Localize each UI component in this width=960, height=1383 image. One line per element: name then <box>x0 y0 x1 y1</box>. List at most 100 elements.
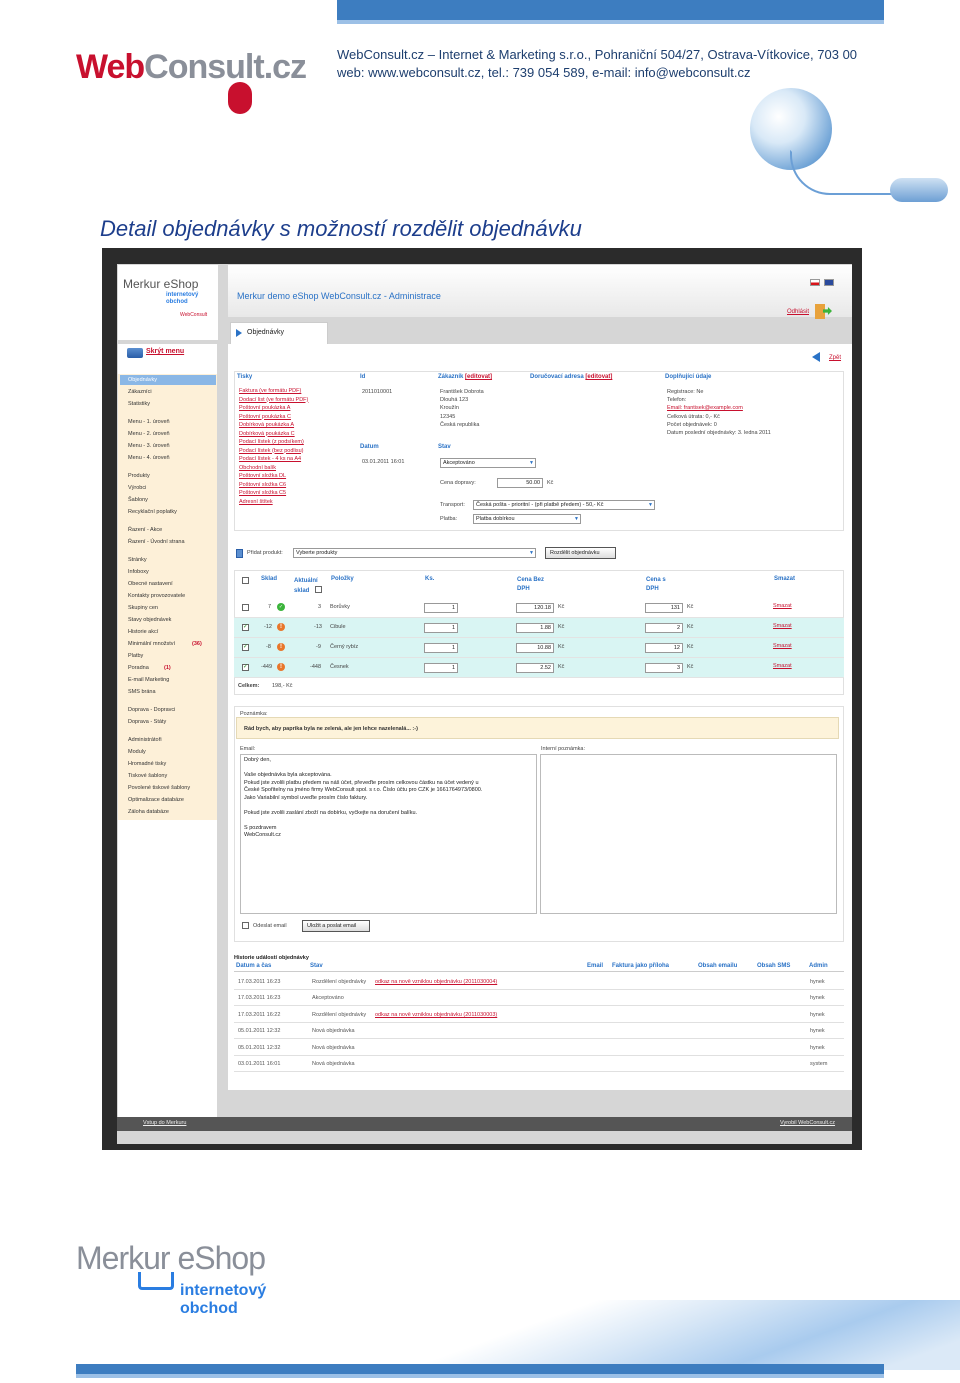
print-link[interactable]: Adresní štítek <box>239 499 273 505</box>
print-link[interactable]: Poštovní poukázka A <box>239 405 290 411</box>
internal-note-textarea[interactable] <box>540 754 837 914</box>
print-link[interactable]: Obchodní balík <box>239 465 276 471</box>
history-row: 03.01.2011 16:01 Nová objednávka system <box>234 1056 844 1072</box>
sidebar-item-razeni-akce[interactable]: Řazení - Akce <box>128 527 162 533</box>
footer-enter-link[interactable]: Vstup do Merkuru <box>143 1120 186 1126</box>
hist-link[interactable]: odkaz na nově vzniklou objednávku (20110… <box>375 1012 497 1018</box>
row-price-s-input[interactable]: 2 <box>645 623 683 633</box>
edit-address-link[interactable]: [editovat] <box>585 374 612 380</box>
sidebar-item-zakaznici[interactable]: Zákazníci <box>128 389 152 395</box>
add-product-select[interactable]: Vyberte produkty <box>293 548 536 558</box>
delete-link[interactable]: Smazat <box>773 663 792 669</box>
payment-select[interactable]: Platba dobírkou <box>473 514 581 524</box>
sidebar-item-povolene[interactable]: Povolené tiskové šablony <box>128 785 190 791</box>
sidebar-item-hromadne[interactable]: Hromadné tisky <box>128 761 166 767</box>
print-link[interactable]: Podací lístek (bez podlisu) <box>239 448 304 454</box>
sidebar-item-objednavky[interactable]: Objednávky <box>128 377 157 383</box>
sidebar-item-razeni-uvodni[interactable]: Řazení - Úvodní strana <box>128 539 185 545</box>
status-select[interactable]: Akceptováno <box>440 458 536 468</box>
sidebar-item-obecne[interactable]: Obecné nastavení <box>128 581 173 587</box>
sidebar-item-doprava-dopravci[interactable]: Doprava - Dopravci <box>128 707 175 713</box>
sidebar-item-zaloha[interactable]: Záloha databáze <box>128 809 169 815</box>
row-checkbox[interactable]: ✓ <box>242 624 249 631</box>
footer-made-by-link[interactable]: Vyrobil WebConsult.cz <box>780 1120 835 1126</box>
language-flags[interactable] <box>810 279 834 288</box>
delete-link[interactable]: Smazat <box>773 603 792 609</box>
sidebar-item-sms[interactable]: SMS brána <box>128 689 156 695</box>
split-order-button[interactable]: Rozdělit objednávku <box>545 547 616 559</box>
sidebar-item-email-marketing[interactable]: E-mail Marketing <box>128 677 169 683</box>
sidebar-item-stranky[interactable]: Stránky <box>128 557 147 563</box>
print-link[interactable]: Dodací list (ve formátu PDF) <box>239 397 308 403</box>
sidebar-item-moduly[interactable]: Moduly <box>128 749 146 755</box>
sidebar-item-menu4[interactable]: Menu - 4. úroveň <box>128 455 170 461</box>
logout-link[interactable]: Odhlásit <box>787 309 809 315</box>
sidebar-item-platby[interactable]: Platby <box>128 653 143 659</box>
delete-link[interactable]: Smazat <box>773 643 792 649</box>
row-qty-input[interactable]: 1 <box>424 643 458 653</box>
hist-link[interactable]: odkaz na nově vzniklou objednávku (20110… <box>375 979 497 985</box>
sidebar-item-tiskove[interactable]: Tiskové šablony <box>128 773 167 779</box>
print-link[interactable]: Poštovní složka C5 <box>239 490 286 496</box>
row-checkbox[interactable] <box>242 604 249 611</box>
sidebar-item-sablony[interactable]: Šablony <box>128 497 148 503</box>
send-email-checkbox[interactable] <box>242 922 249 929</box>
print-link[interactable]: Poštovní poukázka C <box>239 414 291 420</box>
save-send-button[interactable]: Uložit a poslat email <box>302 920 370 932</box>
row-price-s-input[interactable]: 3 <box>645 663 683 673</box>
back-link[interactable]: Zpět <box>829 355 841 361</box>
flag-cz-icon[interactable] <box>810 279 820 286</box>
sidebar-item-vyrobci[interactable]: Výrobci <box>128 485 146 491</box>
row-price-bez-input[interactable]: 10.88 <box>516 643 554 653</box>
print-link[interactable]: Podací lístek (z podsíkem) <box>239 439 304 445</box>
computer-mouse-icon <box>890 178 948 202</box>
sidebar-item-historie[interactable]: Historie akcí <box>128 629 158 635</box>
sidebar-item-doprava-staty[interactable]: Doprava - Státy <box>128 719 166 725</box>
sidebar-item-skupiny-cen[interactable]: Skupiny cen <box>128 605 158 611</box>
sidebar-item-optimalizace[interactable]: Optimalizace databáze <box>128 797 184 803</box>
extra-email[interactable]: Email: frantisek@example.com <box>667 405 743 411</box>
back-arrow-icon[interactable] <box>812 352 820 362</box>
row-price-bez-input[interactable]: 120.18 <box>516 603 554 613</box>
row-price-s-input[interactable]: 131 <box>645 603 683 613</box>
hide-menu-link[interactable]: Skrýt menu <box>126 348 184 355</box>
flag-en-icon[interactable] <box>823 279 834 286</box>
tab-objednavky[interactable]: Objednávky <box>230 322 328 344</box>
select-all-checkbox[interactable] <box>242 577 249 584</box>
row-price-bez-input[interactable]: 2.52 <box>516 663 554 673</box>
sidebar-item-infoboxy[interactable]: Infoboxy <box>128 569 149 575</box>
print-link[interactable]: Dobírková poukázka C <box>239 431 295 437</box>
transport-select[interactable]: Česká pošta - prioritní - (při platbě př… <box>473 500 655 510</box>
row-price-bez-input[interactable]: 1.88 <box>516 623 554 633</box>
sidebar-item-produkty[interactable]: Produkty <box>128 473 150 479</box>
row-checkbox[interactable]: ✓ <box>242 664 249 671</box>
hist-admin: hynek <box>810 1012 825 1018</box>
row-qty-input[interactable]: 1 <box>424 623 458 633</box>
sidebar-item-kontakty[interactable]: Kontakty provozovatele <box>128 593 185 599</box>
poradna-badge: (1) <box>164 665 171 671</box>
email-line: Pokud jste zvolili platbu předem na náš … <box>244 779 479 786</box>
sidebar-item-minimalni[interactable]: Minimální množství <box>128 641 175 647</box>
email-textarea[interactable]: Dobrý den, Vaše objednávka byla akceptov… <box>240 754 537 914</box>
sidebar-item-recyklacni[interactable]: Recyklační poplatky <box>128 509 177 515</box>
sidebar-item-menu1[interactable]: Menu - 1. úroveň <box>128 419 170 425</box>
sidebar-item-administratori[interactable]: Administrátoři <box>128 737 162 743</box>
print-link[interactable]: Poštovní složka C6 <box>239 482 286 488</box>
sidebar-item-stavy[interactable]: Stavy objednávek <box>128 617 171 623</box>
row-qty-input[interactable]: 1 <box>424 603 458 613</box>
print-link[interactable]: Dobírková poukázka A <box>239 422 294 428</box>
stock-checkbox[interactable] <box>315 586 322 593</box>
sidebar-item-menu3[interactable]: Menu - 3. úroveň <box>128 443 170 449</box>
print-link[interactable]: Poštovní složka DL <box>239 473 286 479</box>
sidebar-item-menu2[interactable]: Menu - 2. úroveň <box>128 431 170 437</box>
print-link[interactable]: Faktura (ve formátu PDF) <box>239 388 301 394</box>
sidebar-item-statistiky[interactable]: Statistiky <box>128 401 150 407</box>
edit-customer-link[interactable]: [editovat] <box>465 374 492 380</box>
delete-link[interactable]: Smazat <box>773 623 792 629</box>
sidebar-item-poradna[interactable]: Poradna <box>128 665 149 671</box>
row-price-s-input[interactable]: 12 <box>645 643 683 653</box>
shipping-price-input[interactable]: 50.00 <box>497 478 543 488</box>
row-qty-input[interactable]: 1 <box>424 663 458 673</box>
print-link[interactable]: Podací lístek - 4 ks na A4 <box>239 456 301 462</box>
row-checkbox[interactable]: ✓ <box>242 644 249 651</box>
